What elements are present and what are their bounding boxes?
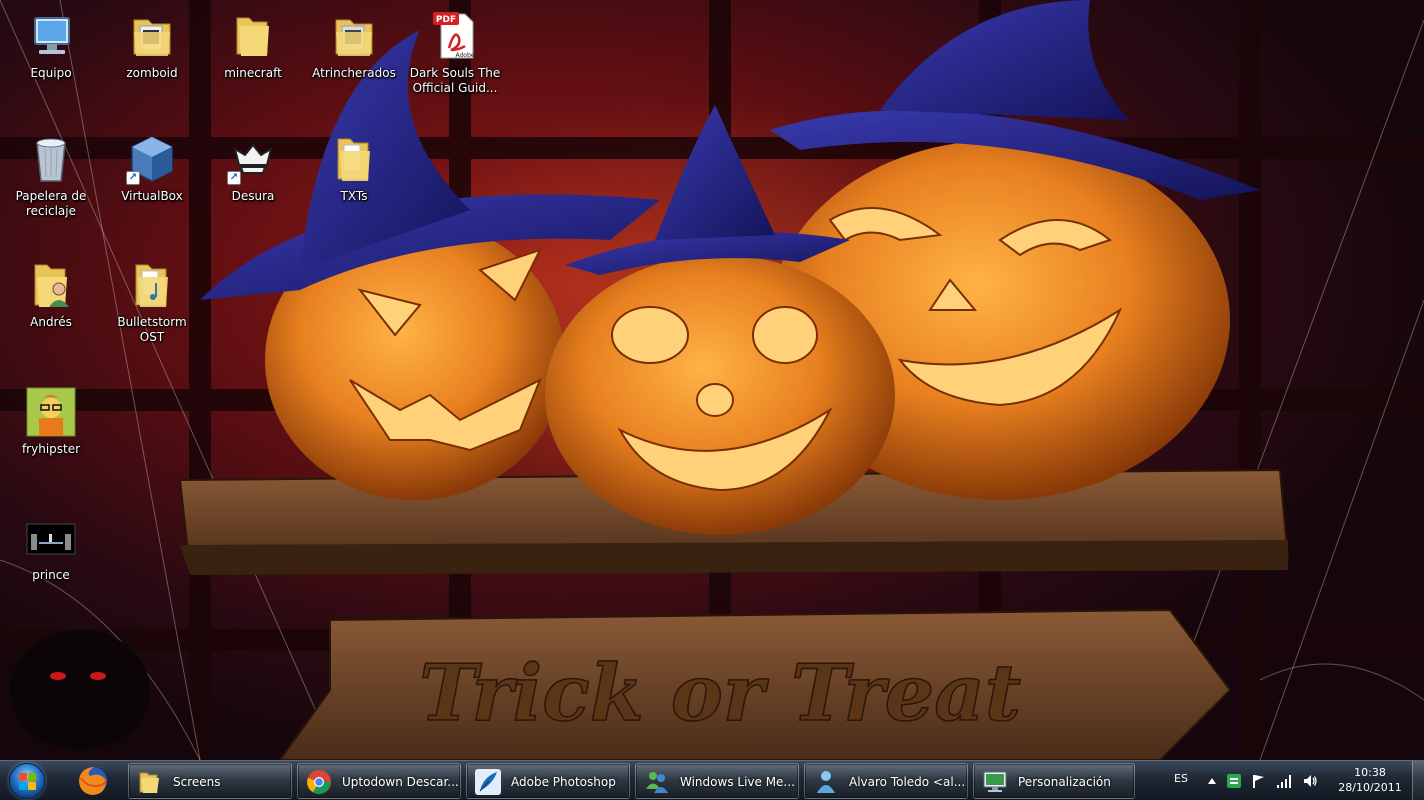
- desktop-icon-label: Papelera de reciclaje: [15, 189, 87, 218]
- desktop-icon-virtualbox[interactable]: ↗ VirtualBox: [104, 133, 200, 204]
- evernote-icon[interactable]: [1226, 773, 1242, 789]
- virtualbox-icon: ↗: [126, 133, 178, 185]
- desktop-icon-label: minecraft: [224, 66, 282, 80]
- network-signal-icon[interactable]: [1276, 773, 1292, 789]
- desktop-icon-label: Dark Souls The Official Guid...: [409, 66, 501, 95]
- taskbar-button-label: Windows Live Me...: [680, 775, 795, 789]
- windows-logo-icon: [9, 763, 45, 799]
- trick-or-treat-sign-text: Trick or Treat: [419, 648, 1021, 739]
- desktop-icon-label: Equipo: [30, 66, 72, 80]
- start-button[interactable]: [6, 761, 50, 800]
- desktop-icon-label: zomboid: [126, 66, 178, 80]
- taskbar-button-label: Alvaro Toledo <al...: [849, 775, 966, 789]
- folder-icon: [328, 133, 380, 185]
- desktop-icon-minecraft[interactable]: minecraft: [205, 10, 301, 81]
- messenger-icon: [646, 772, 668, 793]
- desktop-icon-andres[interactable]: Andrés: [3, 259, 99, 330]
- taskbar-button-label: Uptodown Descar...: [342, 775, 459, 789]
- desktop-icon-papelera[interactable]: Papelera de reciclaje: [3, 133, 99, 219]
- taskbar-button-uptodown[interactable]: Uptodown Descar...: [297, 763, 461, 799]
- firefox-icon: [79, 767, 107, 795]
- music-folder-icon: [126, 259, 178, 311]
- user-folder-icon: [25, 259, 77, 311]
- image-thumbnail-icon: [25, 386, 77, 438]
- language-indicator[interactable]: ES: [1174, 772, 1188, 785]
- desktop-icon-label: VirtualBox: [121, 189, 183, 203]
- folder-icon: [227, 10, 279, 62]
- show-desktop-button[interactable]: [1412, 761, 1424, 800]
- monitor-icon: [983, 771, 1007, 792]
- taskbar-button-label: Personalización: [1018, 775, 1111, 789]
- desktop-icon-txts[interactable]: TXTs: [306, 133, 402, 204]
- recycle-bin-icon: [25, 133, 77, 185]
- pdf-badge-text: PDF: [436, 15, 456, 25]
- desktop-icon-label: Atrincherados: [312, 66, 396, 80]
- action-center-flag-icon[interactable]: [1250, 773, 1266, 789]
- desktop-icon-equipo[interactable]: Equipo: [3, 10, 99, 81]
- desktop-icon-desura[interactable]: ↗ Desura: [205, 133, 301, 204]
- messenger-contact-icon: [817, 771, 835, 793]
- clock-date: 28/10/2011: [1338, 781, 1402, 794]
- taskbar: Screens Uptodown Descar... Adobe Photosh…: [0, 760, 1424, 800]
- photoshop-feather-icon: [475, 769, 501, 795]
- taskbar-button-photoshop[interactable]: Adobe Photoshop: [466, 763, 630, 799]
- desktop-icon-label: prince: [32, 568, 70, 582]
- taskbar-button-label: Adobe Photoshop: [511, 775, 616, 789]
- folder-icon: [139, 772, 159, 793]
- folder-icon: [328, 10, 380, 62]
- taskbar-button-label: Screens: [173, 775, 221, 789]
- desktop-icon-label: fryhipster: [21, 442, 81, 456]
- desura-icon: ↗: [227, 133, 279, 185]
- desktop-icon-dark-souls-pdf[interactable]: PDF Adobe Dark Souls The Official Guid..…: [407, 10, 503, 96]
- desktop-icon-label: Bulletstorm OST: [117, 315, 187, 344]
- folder-icon: [126, 10, 178, 62]
- taskbar-button-alvaro-toledo[interactable]: Alvaro Toledo <al...: [804, 763, 968, 799]
- show-hidden-icons-arrow-icon[interactable]: [1204, 773, 1220, 789]
- game-thumbnail-icon: [25, 512, 77, 564]
- taskbar-button-windows-live-messenger[interactable]: Windows Live Me...: [635, 763, 799, 799]
- shortcut-arrow-icon: ↗: [227, 171, 241, 185]
- desktop-icon-bulletstorm-ost[interactable]: Bulletstorm OST: [104, 259, 200, 345]
- taskbar-pinned-firefox[interactable]: [66, 764, 120, 798]
- desktop-icon-label: Andrés: [30, 315, 72, 329]
- pdf-vendor-text: Adobe: [456, 52, 475, 59]
- computer-icon: [25, 10, 77, 62]
- desktop-icon-zomboid[interactable]: zomboid: [104, 10, 200, 81]
- desktop-icon-fryhipster[interactable]: fryhipster: [3, 386, 99, 457]
- desktop-icon-prince[interactable]: prince: [3, 512, 99, 583]
- desktop-icon-atrincherados[interactable]: Atrincherados: [306, 10, 402, 81]
- desktop-wallpaper: Trick or Treat: [0, 0, 1424, 760]
- chrome-icon: [307, 770, 331, 794]
- clock-time: 10:38: [1354, 766, 1386, 779]
- shortcut-arrow-icon: ↗: [126, 171, 140, 185]
- taskbar-button-screens[interactable]: Screens: [128, 763, 292, 799]
- volume-speaker-icon[interactable]: [1302, 773, 1318, 789]
- halloween-wallpaper-art: Trick or Treat: [0, 0, 1424, 760]
- pdf-document-icon: PDF Adobe: [429, 10, 481, 62]
- taskbar-button-personalizacion[interactable]: Personalización: [973, 763, 1135, 799]
- system-tray: ES 10:38 28/10/2011: [1160, 761, 1424, 800]
- desktop-icon-label: Desura: [231, 189, 275, 203]
- desktop-icon-label: TXTs: [340, 189, 368, 203]
- clock[interactable]: 10:38 28/10/2011: [1330, 765, 1410, 795]
